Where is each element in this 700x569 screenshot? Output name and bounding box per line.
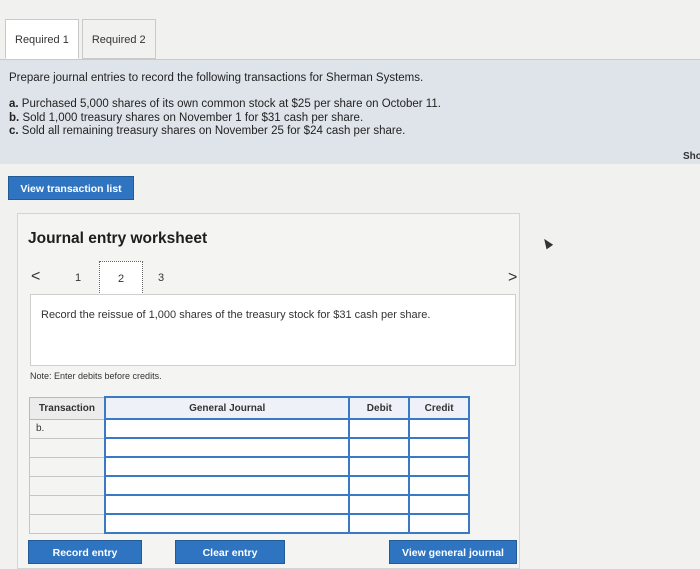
general-journal-column-header: General Journal [103, 396, 351, 420]
entry-description: Record the reissue of 1,000 shares of th… [41, 309, 431, 321]
tab-required-1[interactable]: Required 1 [5, 19, 79, 59]
clear-entry-button[interactable]: Clear entry [175, 540, 285, 564]
worksheet-title: Journal entry worksheet [28, 230, 208, 247]
transaction-cell [28, 513, 106, 534]
credit-input[interactable] [408, 513, 470, 534]
table-row [28, 437, 470, 458]
table-header-row: Transaction General Journal Debit Credit [28, 396, 470, 420]
tab-bar: Required 1 Required 2 [5, 19, 156, 59]
worksheet-pager: < 1 2 3 > [31, 261, 521, 295]
list-item: b. Sold 1,000 treasury shares on Novembe… [9, 112, 691, 126]
mouse-cursor-icon [540, 236, 554, 250]
account-input[interactable] [103, 513, 351, 534]
credit-input[interactable] [408, 494, 470, 515]
credit-input[interactable] [408, 437, 470, 458]
chevron-right-icon[interactable]: > [508, 269, 517, 287]
side-truncated-label[interactable]: Sho [683, 151, 700, 162]
debit-column-header: Debit [348, 396, 411, 420]
debit-input[interactable] [348, 437, 411, 458]
account-input[interactable] [103, 437, 351, 458]
table-row [28, 513, 470, 534]
chevron-left-icon[interactable]: < [31, 268, 40, 286]
debit-input[interactable] [348, 513, 411, 534]
record-entry-button[interactable]: Record entry [28, 540, 142, 564]
transaction-cell [28, 456, 106, 477]
view-general-journal-button[interactable]: View general journal [389, 540, 517, 564]
debit-input[interactable] [348, 494, 411, 515]
account-input[interactable] [103, 494, 351, 515]
debit-input[interactable] [348, 418, 411, 439]
item-text: Purchased 5,000 shares of its own common… [21, 98, 441, 110]
item-letter: a. [9, 98, 19, 110]
credit-input[interactable] [408, 456, 470, 477]
journal-entry-worksheet: Journal entry worksheet < 1 2 3 > Record… [17, 213, 520, 569]
table-row: b. [28, 418, 470, 439]
list-item: a. Purchased 5,000 shares of its own com… [9, 98, 691, 112]
transaction-cell: b. [28, 418, 106, 439]
table-row [28, 494, 470, 515]
instructions-panel: Prepare journal entries to record the fo… [0, 60, 700, 164]
credit-input[interactable] [408, 475, 470, 496]
account-input[interactable] [103, 475, 351, 496]
tab-required-2[interactable]: Required 2 [81, 19, 156, 59]
list-item: c. Sold all remaining treasury shares on… [9, 125, 691, 139]
transaction-cell [28, 475, 106, 496]
table-row [28, 456, 470, 477]
debit-input[interactable] [348, 456, 411, 477]
account-input[interactable] [103, 456, 351, 477]
transaction-list: a. Purchased 5,000 shares of its own com… [9, 98, 691, 139]
credit-column-header: Credit [408, 396, 470, 420]
transaction-cell [28, 437, 106, 458]
credit-input[interactable] [408, 418, 470, 439]
item-text: Sold all remaining treasury shares on No… [21, 125, 406, 137]
item-letter: b. [9, 111, 20, 124]
item-letter: c. [9, 125, 19, 137]
view-transaction-list-button[interactable]: View transaction list [8, 176, 134, 200]
account-input[interactable] [103, 418, 351, 439]
instructions-intro: Prepare journal entries to record the fo… [9, 72, 424, 84]
page-3-link[interactable]: 3 [158, 272, 164, 284]
transaction-column-header: Transaction [28, 396, 106, 420]
entry-note: Note: Enter debits before credits. [30, 371, 162, 381]
item-text: Sold 1,000 treasury shares on November 1… [22, 111, 364, 124]
transaction-cell [28, 494, 106, 515]
page-1-link[interactable]: 1 [75, 272, 81, 284]
table-row [28, 475, 470, 496]
debit-input[interactable] [348, 475, 411, 496]
entry-description-box: Record the reissue of 1,000 shares of th… [30, 294, 516, 366]
journal-table: Transaction General Journal Debit Credit… [28, 396, 470, 534]
page-2-current[interactable]: 2 [99, 261, 143, 295]
